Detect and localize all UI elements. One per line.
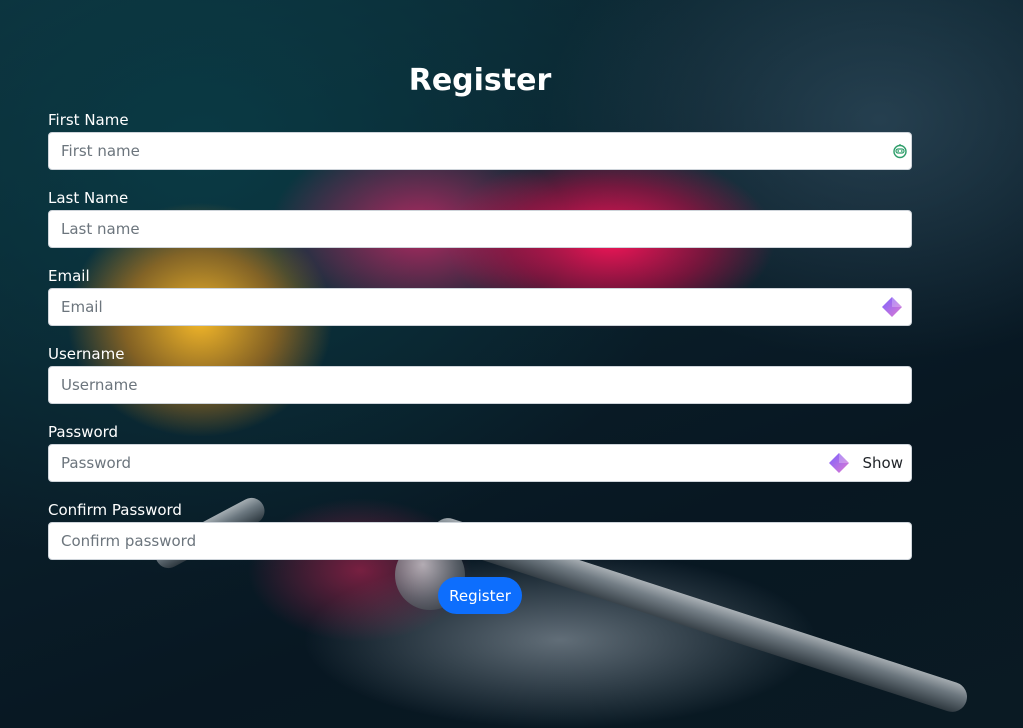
email-label: Email — [48, 267, 90, 285]
diamond-gem-icon[interactable] — [881, 296, 903, 318]
robot-face-icon[interactable] — [892, 143, 908, 159]
confirm-password-input[interactable] — [48, 522, 912, 560]
first-name-label: First Name — [48, 111, 129, 129]
password-input[interactable] — [48, 444, 912, 482]
username-label: Username — [48, 345, 125, 363]
confirm-password-label: Confirm Password — [48, 501, 182, 519]
diamond-gem-icon[interactable] — [828, 452, 850, 474]
last-name-label: Last Name — [48, 189, 129, 207]
password-label: Password — [48, 423, 119, 441]
last-name-input[interactable] — [48, 210, 912, 248]
password-group: Password Show — [48, 422, 912, 482]
last-name-group: Last Name — [48, 188, 912, 248]
confirm-password-group: Confirm Password — [48, 500, 912, 560]
first-name-input[interactable] — [48, 132, 912, 170]
first-name-group: First Name — [48, 110, 912, 170]
page-title: Register — [408, 63, 552, 98]
username-input[interactable] — [48, 366, 912, 404]
username-group: Username — [48, 344, 912, 404]
email-input[interactable] — [48, 288, 912, 326]
register-button[interactable]: Register — [438, 577, 522, 614]
email-group: Email — [48, 266, 912, 326]
show-password-button[interactable]: Show — [854, 444, 912, 482]
